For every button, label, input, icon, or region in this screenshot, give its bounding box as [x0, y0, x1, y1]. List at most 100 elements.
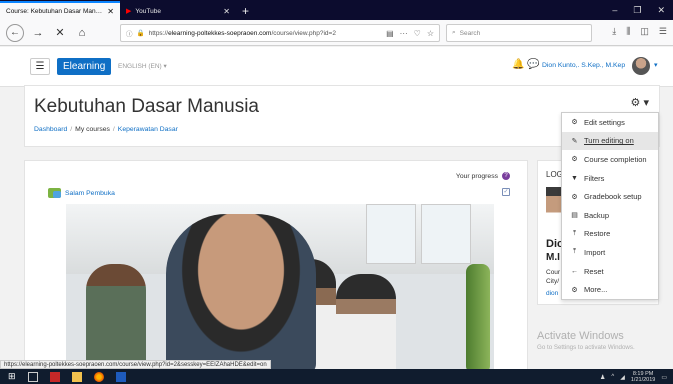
- chevron-down-icon[interactable]: ▾: [654, 61, 658, 69]
- tab-course[interactable]: Course: Kebutuhan Dasar Man… ✕: [0, 1, 120, 20]
- menu-item-label: Course completion: [584, 154, 647, 164]
- gear-icon: ⚙: [571, 193, 578, 201]
- notifications-icon[interactable]: ▭: [661, 374, 667, 381]
- breadcrumb-my-courses[interactable]: My courses: [75, 126, 110, 133]
- menu-item-label: Reset: [584, 266, 604, 276]
- messages-icon[interactable]: 💬: [527, 59, 539, 70]
- menu-item-label: Backup: [584, 210, 610, 220]
- file-explorer-icon[interactable]: [71, 371, 82, 382]
- pencil-icon: ✎: [571, 137, 578, 145]
- completion-checkbox[interactable]: ✓: [502, 188, 510, 196]
- lock-icon: 🔒: [136, 30, 145, 37]
- breadcrumb: Dashboard / My courses / Keperawatan Das…: [34, 126, 178, 133]
- back-arrow-icon[interactable]: ←: [6, 23, 24, 42]
- breadcrumb-separator: /: [112, 126, 115, 133]
- close-tab-icon[interactable]: ✕: [223, 7, 230, 16]
- user-email-link[interactable]: dion: [546, 290, 558, 297]
- pocket-icon[interactable]: ♡: [414, 29, 421, 38]
- photo-person: [336, 274, 396, 369]
- menu-item-label: Import: [584, 247, 606, 257]
- user-menu-name[interactable]: Dion Kunto,. S.Kep., M.Kep: [542, 62, 625, 69]
- firefox-icon[interactable]: [93, 371, 104, 382]
- close-window-icon[interactable]: ✕: [657, 5, 665, 16]
- tray-chevron-icon[interactable]: ^: [611, 374, 614, 380]
- task-view-icon[interactable]: [27, 371, 38, 382]
- url-prefix: https://: [148, 29, 169, 37]
- photo-person: [86, 264, 146, 369]
- search-input[interactable]: ⌕ Search: [446, 24, 592, 42]
- photo-plant: [466, 264, 490, 369]
- site-navbar: ☰ Elearning ENGLISH (EN) ▾ 🔔 💬 Dion Kunt…: [0, 47, 673, 87]
- clock[interactable]: 8:19 PM 1/21/2019: [631, 371, 655, 383]
- tab-title: YouTube: [135, 7, 161, 15]
- gear-icon: ⚙: [571, 156, 578, 164]
- breadcrumb-dashboard[interactable]: Dashboard: [34, 126, 67, 133]
- home-icon[interactable]: ⌂: [74, 27, 90, 39]
- backup-icon: ▤: [571, 212, 578, 220]
- course-photo: [66, 204, 494, 369]
- maximize-icon[interactable]: ❐: [633, 5, 641, 16]
- import-icon: ⤒: [572, 248, 577, 256]
- user-degree: M.I: [546, 252, 560, 263]
- menu-item-reset[interactable]: ← Reset: [562, 262, 658, 281]
- page-title: Kebutuhan Dasar Manusia: [34, 96, 259, 117]
- download-icon[interactable]: ⤓: [612, 26, 616, 37]
- menu-item-more[interactable]: ⚙ More...: [562, 280, 658, 299]
- user-country: Cour: [546, 269, 561, 276]
- menu-item-edit-settings[interactable]: ⚙ Edit settings: [562, 113, 658, 132]
- menu-icon[interactable]: ☰: [659, 26, 667, 37]
- stop-icon[interactable]: ✕: [52, 26, 68, 39]
- avatar[interactable]: [632, 57, 650, 75]
- close-tab-icon[interactable]: ✕: [107, 7, 114, 16]
- url-path: /course/view.php?id=2: [271, 29, 336, 37]
- tab-youtube[interactable]: ▶ YouTube ✕: [120, 2, 236, 20]
- course-actions-gear-icon[interactable]: ⚙ ▾: [631, 96, 649, 109]
- language-selector[interactable]: ENGLISH (EN) ▾: [118, 62, 167, 70]
- menu-item-import[interactable]: ⤒ Import: [562, 243, 658, 262]
- breadcrumb-course[interactable]: Keperawatan Dasar: [118, 126, 178, 133]
- url-actions: ▤ ··· ♡ ☆: [386, 29, 434, 38]
- people-icon[interactable]: ♟: [600, 374, 605, 381]
- url-text: https://elearning-poltekkes-soepraoen.co…: [149, 30, 383, 37]
- menu-item-restore[interactable]: ⤒ Restore: [562, 225, 658, 244]
- progress-indicator: Your progress ?: [456, 172, 510, 180]
- forward-arrow-icon[interactable]: →: [30, 27, 46, 39]
- help-icon[interactable]: ?: [502, 172, 510, 180]
- browser-toolbar: ← → ✕ ⌂ ⓘ 🔒 https://elearning-poltekkes-…: [0, 20, 673, 46]
- photo-window: [366, 204, 416, 264]
- menu-item-label: Gradebook setup: [584, 192, 642, 202]
- reader-view-icon[interactable]: ▤: [386, 29, 394, 38]
- breadcrumb-separator: /: [70, 126, 73, 133]
- filter-icon: ▼: [571, 174, 578, 182]
- minimize-icon[interactable]: –: [612, 5, 617, 15]
- youtube-icon: ▶: [126, 8, 132, 15]
- site-brand[interactable]: Elearning: [57, 58, 112, 75]
- bookmark-star-icon[interactable]: ☆: [427, 29, 434, 38]
- menu-item-backup[interactable]: ▤ Backup: [562, 206, 658, 225]
- menu-item-course-completion[interactable]: ⚙ Course completion: [562, 150, 658, 169]
- menu-item-turn-editing-on[interactable]: ✎ Turn editing on: [562, 131, 658, 151]
- status-bar: https://elearning-poltekkes-soepraoen.co…: [0, 360, 271, 369]
- hamburger-menu-icon[interactable]: ☰: [30, 58, 50, 75]
- word-icon[interactable]: [115, 371, 126, 382]
- windows-taskbar: ⊞ ♟ ^ ◢ 8:19 PM 1/21/2019 ▭: [0, 369, 673, 384]
- new-tab-button[interactable]: +: [236, 2, 255, 20]
- app-icon[interactable]: [49, 371, 60, 382]
- page-actions-icon[interactable]: ···: [400, 29, 408, 38]
- notification-bell-icon[interactable]: 🔔: [512, 59, 524, 70]
- forum-icon: [48, 188, 61, 198]
- activity-forum[interactable]: Salam Pembuka: [48, 188, 115, 198]
- windows-start-icon[interactable]: ⊞: [8, 371, 16, 382]
- course-actions-menu: ⚙ Edit settings ✎ Turn editing on ⚙ Course co…: [561, 112, 659, 300]
- search-icon: ⌕: [452, 29, 456, 36]
- library-icon[interactable]: ⫼: [626, 26, 630, 37]
- menu-item-gradebook-setup[interactable]: ⚙ Gradebook setup: [562, 187, 658, 206]
- info-icon[interactable]: ⓘ: [126, 28, 133, 38]
- menu-item-label: Filters: [584, 173, 605, 183]
- sidebar-icon[interactable]: ◫: [640, 26, 649, 37]
- menu-item-filters[interactable]: ▼ Filters: [562, 169, 658, 188]
- volume-icon[interactable]: ◢: [620, 374, 625, 381]
- tab-title: Course: Kebutuhan Dasar Man…: [6, 8, 103, 15]
- address-bar[interactable]: ⓘ 🔒 https://elearning-poltekkes-soepraoe…: [120, 24, 440, 42]
- forum-link[interactable]: Salam Pembuka: [65, 190, 115, 197]
